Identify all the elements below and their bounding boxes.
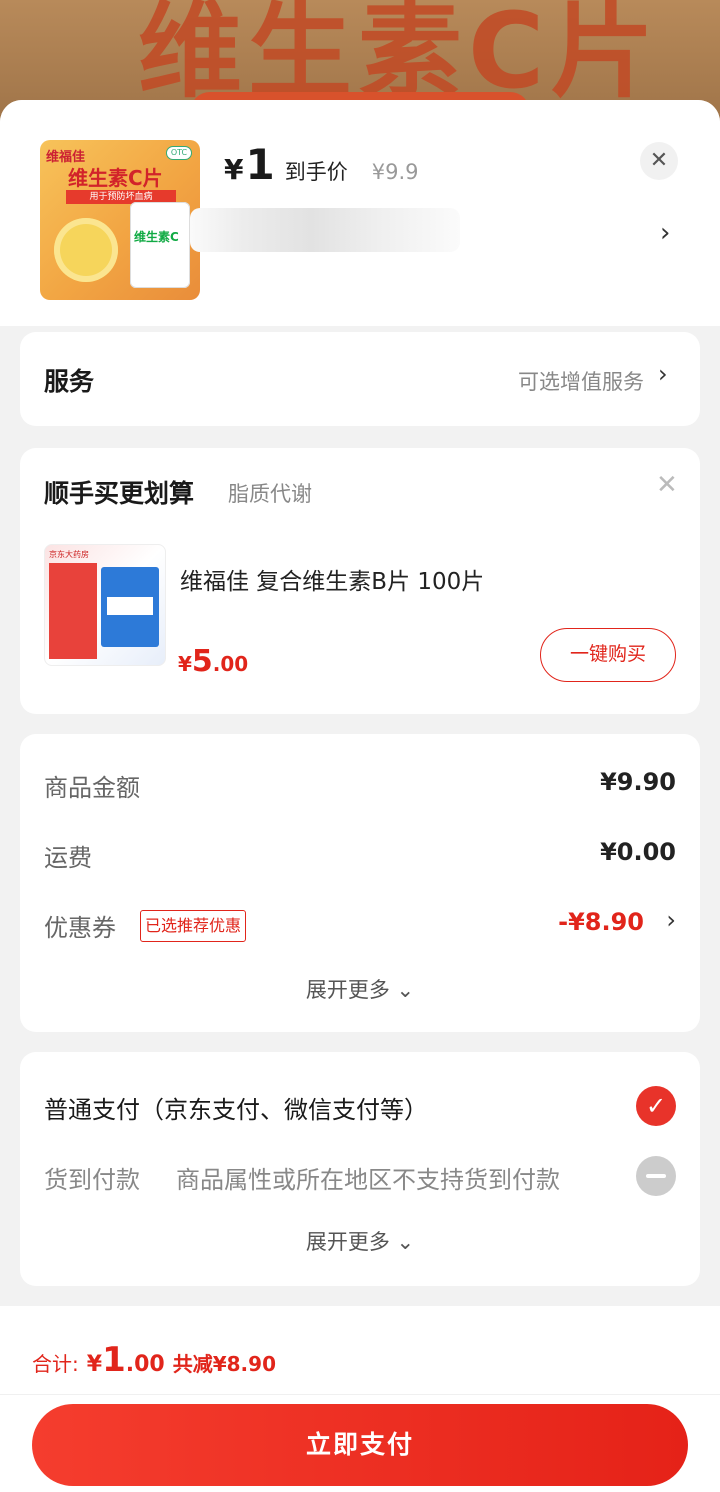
bundle-price-int: 5 — [191, 644, 213, 679]
shipping-label: 运费 — [44, 844, 92, 872]
goods-amount-row: 商品金额 ¥9.90 — [44, 764, 676, 804]
bundle-close-icon[interactable]: ✕ — [656, 470, 678, 500]
total-label: 合计: — [32, 1352, 79, 1376]
expand-more-payment[interactable]: 展开更多 ⌄ — [20, 1226, 700, 1256]
checkout-sheet: 维福佳 OTC 维生素C片 用于预防坏血病 维生素C ¥ 1 到手价 ¥9.9 … — [0, 100, 720, 1492]
bottle-label: 维生素C — [134, 230, 179, 244]
one-click-buy-button[interactable]: 一键购买 — [540, 628, 676, 682]
total-dec: .00 — [125, 1352, 165, 1377]
otc-badge: OTC — [166, 146, 192, 160]
thumb-box-image — [101, 567, 159, 647]
price-line: ¥ 1 到手价 ¥9.9 — [224, 140, 418, 190]
coupon-row[interactable]: 优惠券 已选推荐优惠 -¥8.90 › — [44, 904, 676, 944]
goods-amount-value: ¥9.90 — [600, 768, 676, 796]
expand-more-amounts[interactable]: 展开更多 ⌄ — [20, 974, 700, 1004]
total-symbol: ¥ — [86, 1352, 103, 1377]
lemon-image — [54, 218, 118, 282]
price-value: 1 — [245, 140, 275, 189]
expand-more-label: 展开更多 — [305, 978, 390, 1002]
product-thumbnail[interactable]: 维福佳 OTC 维生素C片 用于预防坏血病 维生素C — [40, 140, 200, 300]
thumb-red-panel — [49, 563, 97, 659]
payment-card: 普通支付（京东支付、微信支付等） ✓ 货到付款 商品属性或所在地区不支持货到付款… — [20, 1052, 700, 1286]
total-saved: 共减¥8.90 — [172, 1352, 276, 1376]
close-button[interactable]: ✕ — [640, 142, 678, 180]
expand-more-label: 展开更多 — [305, 1230, 390, 1254]
coupon-label: 优惠券 — [44, 914, 116, 942]
thumb-product-name: 维生素C片 — [68, 166, 163, 190]
service-value: 可选增值服务 — [518, 370, 644, 394]
close-icon: ✕ — [649, 148, 669, 173]
goods-amount-label: 商品金额 — [44, 774, 140, 802]
coupon-tag: 已选推荐优惠 — [140, 910, 247, 942]
product-header: 维福佳 OTC 维生素C片 用于预防坏血病 维生素C ¥ 1 到手价 ¥9.9 … — [0, 100, 720, 326]
service-title: 服务 — [44, 367, 95, 396]
price-label: 到手价 — [284, 160, 348, 184]
bottle-image: 维生素C — [130, 202, 190, 288]
bundle-item-price: ¥5.00 — [178, 644, 248, 679]
chevron-right-icon: › — [666, 906, 676, 934]
footer-divider — [0, 1394, 720, 1395]
bundle-card: 顺手买更划算 脂质代谢 ✕ 京东大药房 维福佳 复合维生素B片 100片 ¥5.… — [20, 448, 700, 714]
pay-now-button[interactable]: 立即支付 — [32, 1404, 688, 1486]
normal-payment-option[interactable]: 普通支付（京东支付、微信支付等） ✓ — [44, 1082, 676, 1126]
blurred-spec-selector[interactable] — [190, 208, 460, 252]
thumb-store-name: 京东大药房 — [49, 550, 89, 559]
chevron-down-icon: ⌄ — [396, 1230, 415, 1254]
price-symbol: ¥ — [224, 153, 244, 186]
bundle-item-thumbnail[interactable]: 京东大药房 — [44, 544, 166, 666]
shipping-row: 运费 ¥0.00 — [44, 834, 676, 874]
chevron-right-icon[interactable]: › — [660, 218, 670, 248]
bundle-subtitle: 脂质代谢 — [228, 482, 312, 506]
amount-card: 商品金额 ¥9.90 运费 ¥0.00 优惠券 已选推荐优惠 -¥8.90 › … — [20, 734, 700, 1032]
shipping-value: ¥0.00 — [600, 838, 676, 866]
service-card[interactable]: 服务 可选增值服务 › — [20, 332, 700, 426]
normal-payment-label: 普通支付（京东支付、微信支付等） — [44, 1096, 428, 1124]
bundle-item-name[interactable]: 维福佳 复合维生素B片 100片 — [180, 562, 484, 596]
checkmark-icon[interactable]: ✓ — [636, 1086, 676, 1126]
bundle-title: 顺手买更划算 — [44, 479, 195, 508]
cod-note: 商品属性或所在地区不支持货到付款 — [176, 1166, 560, 1194]
chevron-down-icon: ⌄ — [396, 978, 415, 1002]
disabled-radio-icon — [636, 1156, 676, 1196]
chevron-right-icon: › — [658, 360, 668, 388]
total-int: 1 — [102, 1340, 126, 1380]
bundle-price-dec: .00 — [212, 652, 249, 676]
coupon-value: -¥8.90 — [558, 908, 644, 936]
cod-label: 货到付款 — [44, 1166, 140, 1194]
cod-payment-option: 货到付款 商品属性或所在地区不支持货到付款 — [44, 1152, 676, 1196]
total-summary: 合计: ¥ 1 .00 共减¥8.90 — [32, 1340, 276, 1380]
bundle-price-symbol: ¥ — [178, 652, 192, 676]
original-price: ¥9.9 — [371, 160, 419, 184]
checkout-footer: 合计: ¥ 1 .00 共减¥8.90 立即支付 — [0, 1306, 720, 1492]
